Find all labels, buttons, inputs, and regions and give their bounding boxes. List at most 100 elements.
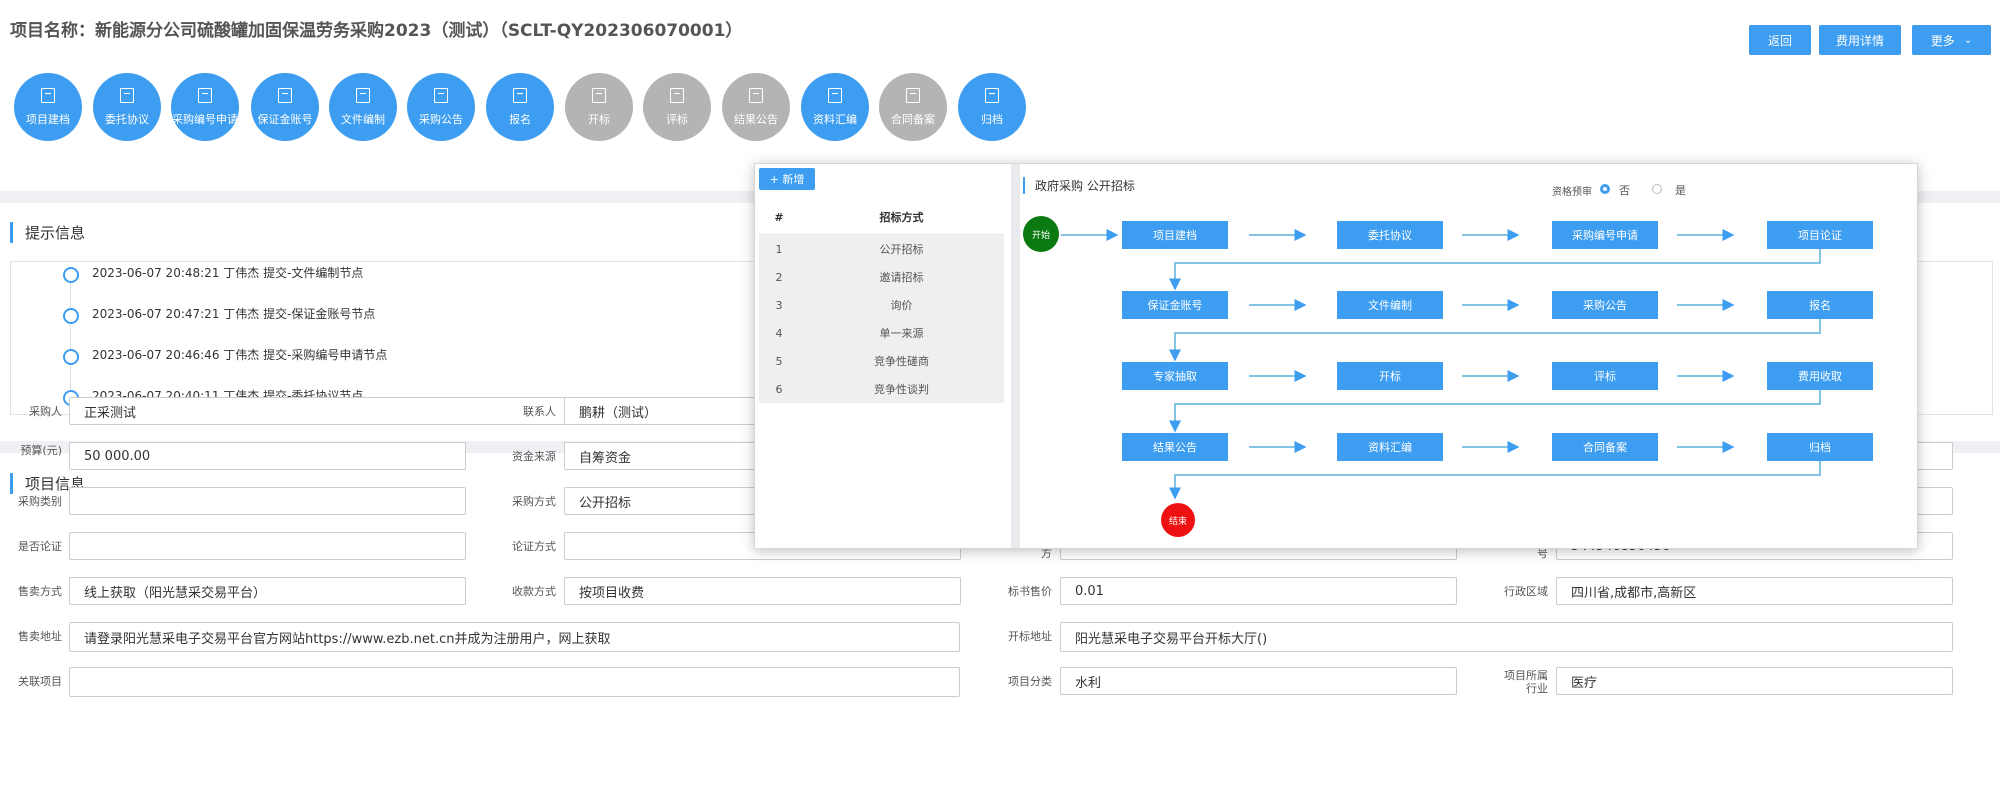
step-label: 报名 xyxy=(509,112,531,126)
flow-node[interactable]: 归档 xyxy=(1767,433,1873,461)
step-label: 采购编号申请 xyxy=(172,112,238,126)
purchaser-label: 采购人 xyxy=(29,405,62,418)
step-13[interactable]: 归档 xyxy=(958,73,1026,141)
project-class-label: 项目分类 xyxy=(1008,675,1052,688)
sale-method-input[interactable]: 线上获取（阳光慧采交易平台） xyxy=(69,577,466,605)
flow-connectors xyxy=(1061,229,1821,500)
flow-node[interactable]: 资料汇编 xyxy=(1337,433,1443,461)
flow-node[interactable]: 项目建档 xyxy=(1122,221,1228,249)
flow-node[interactable]: 采购公告 xyxy=(1552,291,1658,319)
step-label: 项目建档 xyxy=(26,112,70,126)
edit-icon xyxy=(592,87,606,103)
open-address-label: 开标地址 xyxy=(1008,630,1052,643)
flow-node[interactable]: 费用收取 xyxy=(1767,362,1873,390)
flow-connector xyxy=(1169,319,1821,362)
step-1[interactable]: 项目建档 xyxy=(14,73,82,141)
region-input[interactable]: 四川省,成都市,高新区 xyxy=(1556,577,1953,605)
more-button[interactable]: 更多 ⌄ xyxy=(1912,25,1991,55)
flow-node[interactable]: 评标 xyxy=(1552,362,1658,390)
step-4[interactable]: 保证金账号 xyxy=(251,73,319,141)
step-label: 评标 xyxy=(666,112,688,126)
doc-price-input[interactable]: 0.01 xyxy=(1060,577,1457,605)
step-label: 委托协议 xyxy=(105,112,149,126)
open-address-input[interactable]: 阳光慧采电子交易平台开标大厅() xyxy=(1060,622,1953,652)
step-label: 文件编制 xyxy=(341,112,385,126)
step-label: 采购公告 xyxy=(419,112,463,126)
tip-item: 2023-06-07 20:47:21 丁伟杰 提交-保证金账号节点 xyxy=(92,307,376,321)
timeline-dot xyxy=(63,267,79,283)
industry-input[interactable]: 医疗 xyxy=(1556,667,1953,695)
edit-icon xyxy=(828,87,842,103)
flow-node[interactable]: 报名 xyxy=(1767,291,1873,319)
step-11[interactable]: 资料汇编 xyxy=(801,73,869,141)
step-5[interactable]: 文件编制 xyxy=(329,73,397,141)
flow-node[interactable]: 合同备案 xyxy=(1552,433,1658,461)
chevron-down-icon: ⌄ xyxy=(1963,34,1973,46)
step-10[interactable]: 结果公告 xyxy=(722,73,790,141)
edit-icon xyxy=(985,87,999,103)
flow-node[interactable]: 保证金账号 xyxy=(1122,291,1228,319)
fee-details-button[interactable]: 费用详情 xyxy=(1819,25,1901,55)
step-label: 开标 xyxy=(588,112,610,126)
flow-node[interactable]: 委托协议 xyxy=(1337,221,1443,249)
step-label: 资料汇编 xyxy=(813,112,857,126)
flow-node[interactable]: 项目论证 xyxy=(1767,221,1873,249)
flow-node[interactable]: 专家抽取 xyxy=(1122,362,1228,390)
edit-icon xyxy=(198,87,212,103)
flow-node[interactable]: 结果公告 xyxy=(1122,433,1228,461)
fee-method-label: 收款方式 xyxy=(512,585,556,598)
budget-input[interactable]: 50 000.00 xyxy=(69,442,466,470)
need-demo-input[interactable] xyxy=(69,532,466,560)
fund-source-label: 资金来源 xyxy=(512,450,556,463)
flow-node[interactable]: 开标 xyxy=(1337,362,1443,390)
tip-item: 2023-06-07 20:48:21 丁伟杰 提交-文件编制节点 xyxy=(92,266,364,280)
budget-label: 预算(元) xyxy=(20,444,62,457)
step-12[interactable]: 合同备案 xyxy=(879,73,947,141)
step-2[interactable]: 委托协议 xyxy=(93,73,161,141)
flow-connector xyxy=(1169,461,1821,500)
step-label: 归档 xyxy=(981,112,1003,126)
back-button[interactable]: 返回 xyxy=(1749,25,1811,55)
sale-address-label: 售卖地址 xyxy=(18,630,62,643)
timeline-line xyxy=(70,275,71,395)
edit-icon xyxy=(670,87,684,103)
related-project-label: 关联项目 xyxy=(18,675,62,688)
flow-node[interactable]: 采购编号申请 xyxy=(1552,221,1658,249)
industry-label: 项目所属行业 xyxy=(1504,669,1548,695)
bid-method-popup: + 新增 # 招标方式 1 公开招标 2 邀请招标 3 询价 4 单一来源 5 竞争性磋商 6 竞争性… xyxy=(754,163,1918,549)
tip-item: 2023-06-07 20:46:46 丁伟杰 提交-采购编号申请节点 xyxy=(92,348,388,362)
step-9[interactable]: 评标 xyxy=(643,73,711,141)
region-label: 行政区域 xyxy=(1504,585,1548,598)
edit-icon xyxy=(749,87,763,103)
purchaser-input[interactable]: 正采测试 xyxy=(69,397,569,425)
sale-method-label: 售卖方式 xyxy=(18,585,62,598)
step-8[interactable]: 开标 xyxy=(565,73,633,141)
flow-connector xyxy=(1169,249,1821,291)
purchase-category-label: 采购类别 xyxy=(18,495,62,508)
flow-node[interactable]: 文件编制 xyxy=(1337,291,1443,319)
demo-method-label: 论证方式 xyxy=(512,540,556,553)
step-label: 合同备案 xyxy=(891,112,935,126)
page-title: 项目名称：新能源分公司硫酸罐加固保温劳务采购2023（测试）（SCLT-QY20… xyxy=(10,21,743,41)
step-3[interactable]: 采购编号申请 xyxy=(171,73,239,141)
related-project-input[interactable] xyxy=(69,667,960,697)
fee-method-input[interactable]: 按项目收费 xyxy=(564,577,961,605)
flow-connector xyxy=(1169,390,1821,433)
sale-address-input[interactable]: 请登录阳光慧采电子交易平台官方网站https://www.ezb.net.cn并… xyxy=(69,622,960,652)
more-button-label: 更多 xyxy=(1930,33,1955,48)
edit-icon xyxy=(906,87,920,103)
edit-icon xyxy=(41,87,55,103)
edit-icon xyxy=(120,87,134,103)
step-7[interactable]: 报名 xyxy=(486,73,554,141)
edit-icon xyxy=(356,87,370,103)
contact-label: 联系人 xyxy=(523,405,556,418)
step-label: 结果公告 xyxy=(734,112,778,126)
purchase-category-input[interactable] xyxy=(69,487,466,515)
edit-icon xyxy=(513,87,527,103)
project-class-input[interactable]: 水利 xyxy=(1060,667,1457,695)
need-demo-label: 是否论证 xyxy=(18,540,62,553)
step-6[interactable]: 采购公告 xyxy=(407,73,475,141)
edit-icon xyxy=(278,87,292,103)
step-label: 保证金账号 xyxy=(257,112,313,126)
flow-start-node: 开始 xyxy=(1023,216,1059,252)
